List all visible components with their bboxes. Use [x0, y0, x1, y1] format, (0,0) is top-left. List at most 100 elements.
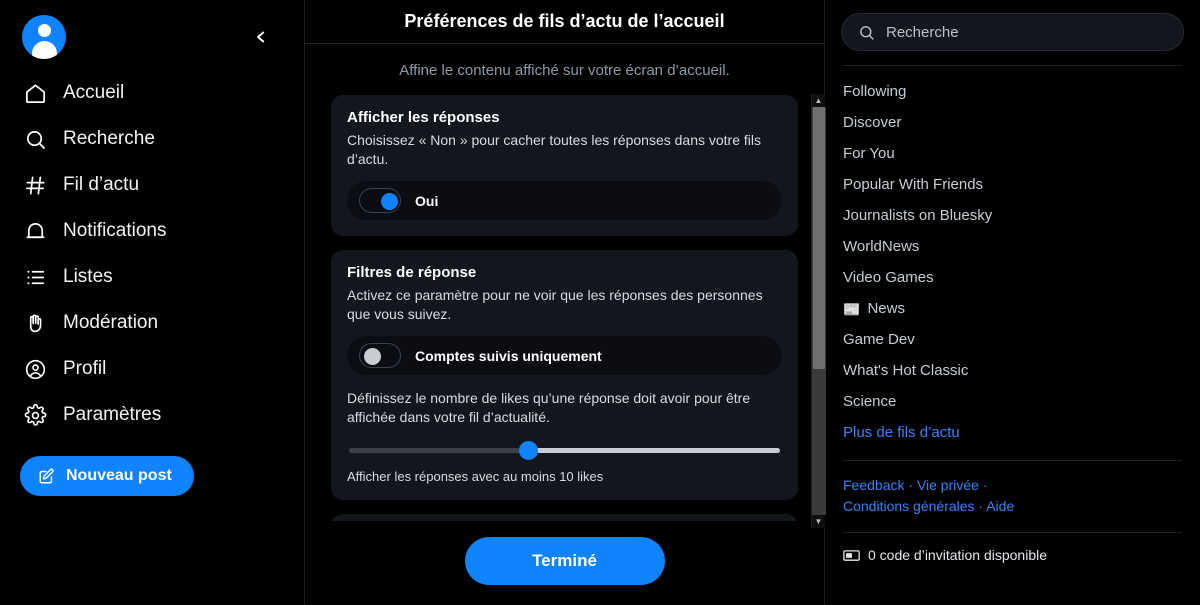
avatar[interactable] — [22, 15, 66, 59]
gear-icon — [22, 402, 48, 428]
footer-separator: · — [974, 498, 987, 514]
settings-cards-scroll-area: Afficher les réponses Choisissez « Non »… — [305, 95, 824, 521]
feed-item-discover[interactable]: Discover — [843, 107, 1182, 138]
feed-label: Following — [843, 83, 907, 100]
search-icon — [22, 126, 48, 152]
card-title: Afficher les réponses — [347, 109, 500, 126]
center-panel: Préférences de fils d’actu de l’accueil … — [305, 0, 826, 605]
collapse-sidebar-button[interactable] — [244, 20, 278, 54]
slider-thumb[interactable] — [519, 440, 539, 460]
feed-label: Video Games — [843, 269, 934, 286]
slider-description: Définissez le nombre de likes qu’une rép… — [347, 390, 751, 425]
likes-threshold-slider[interactable] — [349, 440, 780, 460]
toggle-switch-on[interactable] — [359, 188, 401, 213]
feed-label: WorldNews — [843, 238, 920, 255]
scrollbar-up-arrow-icon[interactable]: ▲ — [812, 94, 826, 107]
divider — [843, 65, 1182, 66]
slider-track-filled — [349, 447, 522, 453]
sidebar-item-label: Modération — [63, 312, 159, 333]
sidebar-nav: Accueil Recherche Fil d’actu Notificatio… — [0, 62, 304, 438]
list-icon — [22, 264, 48, 290]
ticket-icon — [843, 549, 860, 562]
scrollbar-thumb[interactable] — [812, 107, 825, 369]
feed-item-news[interactable]: 📰 News — [843, 293, 1182, 324]
feed-label: Plus de fils d’actu — [843, 424, 960, 441]
sidebar-item-label: Notifications — [63, 220, 167, 241]
sidebar-item-label: Listes — [63, 266, 113, 287]
compose-icon — [38, 467, 56, 485]
search-icon — [858, 24, 875, 41]
new-post-label: Nouveau post — [66, 467, 172, 484]
scrollbar-down-arrow-icon[interactable]: ▼ — [812, 515, 826, 528]
toggle-afficher-les-reponses[interactable]: Oui — [347, 181, 782, 220]
feed-label: What's Hot Classic — [843, 362, 969, 379]
sidebar-item-notifications[interactable]: Notifications — [0, 208, 304, 254]
done-button[interactable]: Terminé — [464, 537, 665, 585]
left-sidebar: Accueil Recherche Fil d’actu Notificatio… — [0, 0, 305, 605]
feed-label: Game Dev — [843, 331, 915, 348]
sidebar-item-label: Recherche — [63, 128, 155, 149]
toggle-knob — [381, 193, 398, 210]
feed-item-for-you[interactable]: For You — [843, 138, 1182, 169]
feed-list: Following Discover For You Popular With … — [841, 76, 1184, 448]
sidebar-item-parametres[interactable]: Paramètres — [0, 392, 304, 438]
feed-item-video-games[interactable]: Video Games — [843, 262, 1182, 293]
toggle-label: Oui — [415, 192, 439, 209]
sidebar-item-label: Profil — [63, 358, 107, 379]
person-circle-icon — [22, 356, 48, 382]
footer-link-feedback[interactable]: Feedback — [843, 477, 904, 493]
toggle-knob — [364, 348, 381, 365]
feed-item-plus-de-fils-dactu[interactable]: Plus de fils d’actu — [843, 417, 1182, 448]
slider-track-remainder — [536, 447, 780, 453]
sidebar-item-profil[interactable]: Profil — [0, 346, 304, 392]
card-description: Activez ce paramètre pour ne voir que le… — [347, 287, 763, 322]
feed-item-game-dev[interactable]: Game Dev — [843, 324, 1182, 355]
divider — [843, 532, 1182, 533]
sidebar-item-moderation[interactable]: Modération — [0, 300, 304, 346]
feed-item-science[interactable]: Science — [843, 386, 1182, 417]
feed-item-popular-with-friends[interactable]: Popular With Friends — [843, 169, 1182, 200]
center-scrollbar[interactable]: ▲ ▼ — [811, 94, 826, 528]
feed-item-whats-hot-classic[interactable]: What's Hot Classic — [843, 355, 1182, 386]
toggle-switch-off[interactable] — [359, 343, 401, 368]
page-subtitle: Affine le contenu affiché sur votre écra… — [399, 62, 730, 79]
right-sidebar: Following Discover For You Popular With … — [825, 0, 1200, 605]
footer-separator: · — [978, 477, 988, 493]
sidebar-item-listes[interactable]: Listes — [0, 254, 304, 300]
center-footer: Terminé — [305, 521, 824, 605]
feed-item-worldnews[interactable]: WorldNews — [843, 231, 1182, 262]
hashtag-icon — [22, 172, 48, 198]
feed-item-journalists-on-bluesky[interactable]: Journalists on Bluesky — [843, 200, 1182, 231]
feed-label: Science — [843, 393, 897, 410]
sidebar-item-recherche[interactable]: Recherche — [0, 116, 304, 162]
card-afficher-les-reponses: Afficher les réponses Choisissez « Non »… — [331, 95, 798, 236]
card-description: Choisissez « Non » pour cacher toutes le… — [347, 132, 761, 167]
chevron-left-icon — [257, 31, 265, 43]
toggle-label: Comptes suivis uniquement — [415, 347, 602, 364]
search-box[interactable] — [841, 13, 1184, 51]
sidebar-item-label: Accueil — [63, 82, 125, 103]
footer-separator: · — [904, 477, 917, 493]
newspaper-icon: 📰 — [843, 300, 861, 317]
feed-label: For You — [843, 145, 895, 162]
app-root: Accueil Recherche Fil d’actu Notificatio… — [0, 0, 1200, 605]
slider-caption: Afficher les réponses avec au moins 10 l… — [347, 469, 604, 484]
invite-codes-row[interactable]: 0 code d’invitation disponible — [841, 547, 1184, 563]
page-title: Préférences de fils d’actu de l’accueil — [404, 11, 725, 31]
footer-link-aide[interactable]: Aide — [986, 498, 1014, 514]
feed-label: News — [867, 300, 905, 317]
hand-icon — [22, 310, 48, 336]
footer-link-conditions-generales[interactable]: Conditions générales — [843, 498, 975, 514]
feed-item-following[interactable]: Following — [843, 76, 1182, 107]
toggle-comptes-suivis-uniquement[interactable]: Comptes suivis uniquement — [347, 336, 782, 375]
sidebar-item-accueil[interactable]: Accueil — [0, 70, 304, 116]
card-afficher-les-reposts: Afficher les reposts Choisissez « Non » … — [331, 514, 798, 521]
sidebar-item-fil-dactu[interactable]: Fil d’actu — [0, 162, 304, 208]
footer-link-vie-privee[interactable]: Vie privée — [917, 477, 979, 493]
scrollbar-trough[interactable] — [811, 107, 826, 515]
new-post-button[interactable]: Nouveau post — [20, 456, 194, 496]
sidebar-item-label: Paramètres — [63, 404, 162, 425]
feed-label: Journalists on Bluesky — [843, 207, 993, 224]
search-input[interactable] — [886, 23, 1167, 41]
center-header: Préférences de fils d’actu de l’accueil — [305, 0, 824, 44]
